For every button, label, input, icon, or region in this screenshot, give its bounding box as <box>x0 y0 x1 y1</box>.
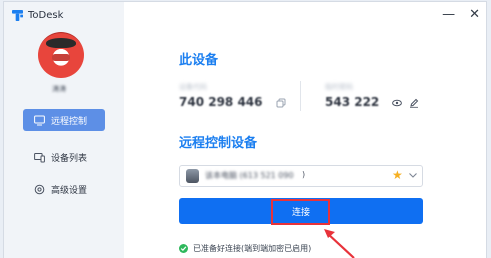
app-window: ToDesk 涛涛 远程控制 设备列表 高级设置 — ✕ 此设备 设备代码 74… <box>3 1 487 258</box>
device-select[interactable]: 该本电脑 (613 521 090 ) ★ <box>179 165 423 187</box>
todesk-logo-icon <box>12 10 23 21</box>
device-code-label: 设备代码 <box>179 83 207 91</box>
sidebar-item-advanced-settings[interactable]: 高级设置 <box>23 178 105 200</box>
selected-device-tail: ) <box>302 170 306 179</box>
this-device-title: 此设备 <box>179 53 219 68</box>
divider <box>300 81 301 111</box>
sidebar-item-label: 远程控制 <box>51 116 88 127</box>
devices-icon <box>34 152 45 163</box>
temp-password-value: 543 222 <box>325 95 380 109</box>
sidebar: ToDesk 涛涛 远程控制 设备列表 高级设置 <box>4 2 124 258</box>
sidebar-item-device-list[interactable]: 设备列表 <box>23 146 105 168</box>
status-text: 已准备好连接(端到端加密已启用) <box>193 244 312 253</box>
app-logo: ToDesk <box>12 10 63 21</box>
annotation-arrow-icon <box>324 229 355 258</box>
selected-device-text: 该本电脑 (613 521 090 <box>205 171 294 180</box>
monitor-remote-icon <box>34 115 45 126</box>
eye-icon[interactable] <box>392 98 402 108</box>
settings-icon <box>34 184 45 195</box>
app-title: ToDesk <box>28 10 64 21</box>
avatar[interactable] <box>38 32 84 78</box>
copy-icon[interactable] <box>276 98 286 108</box>
main-panel: 此设备 设备代码 740 298 446 临时密码 543 222 远程控制设备… <box>124 2 486 258</box>
highlight-box <box>271 199 330 225</box>
sidebar-item-label: 高级设置 <box>51 185 88 196</box>
username: 涛涛 <box>52 85 66 93</box>
sidebar-item-remote-control[interactable]: 远程控制 <box>23 109 105 131</box>
star-icon[interactable]: ★ <box>392 168 403 182</box>
chevron-down-icon[interactable] <box>408 170 418 180</box>
edit-icon[interactable] <box>409 98 419 108</box>
check-circle-icon <box>179 244 188 253</box>
remote-control-title: 远程控制设备 <box>179 136 258 151</box>
connection-status: 已准备好连接(端到端加密已启用) <box>179 243 311 254</box>
sidebar-item-label: 设备列表 <box>51 153 88 164</box>
device-avatar <box>186 169 199 183</box>
temp-password-label: 临时密码 <box>325 83 353 91</box>
device-code-value: 740 298 446 <box>179 95 263 109</box>
